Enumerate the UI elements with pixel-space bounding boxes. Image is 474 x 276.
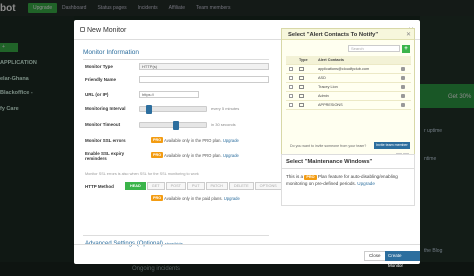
add-contact-button[interactable]: + [402, 45, 410, 53]
divider [83, 235, 269, 236]
monitoring-interval-slider[interactable] [139, 105, 207, 114]
checkbox[interactable] [289, 67, 293, 71]
table-row[interactable]: Admin [286, 92, 411, 101]
url-label: URL (or IP) [85, 92, 109, 97]
alert-contacts-header: Select "Alert Contacts To Notify" ✕ [282, 29, 414, 40]
pro-badge: PRO [151, 152, 164, 158]
contact-search-input[interactable]: Search [348, 45, 400, 52]
slider-handle[interactable] [173, 121, 179, 130]
email-icon [299, 94, 304, 98]
invite-text: Do you want to invite someone from your … [290, 144, 367, 148]
divider [282, 168, 414, 169]
interval-hint: every 5 minutes [211, 106, 240, 111]
contacts-column-header: Alert Contacts [318, 58, 344, 62]
close-button[interactable]: Close [364, 251, 386, 261]
invite-team-member-button[interactable]: Invite team member [374, 142, 410, 149]
monitor-type-select[interactable]: HTTP(s) [139, 63, 269, 70]
table-row[interactable]: ASD [286, 74, 411, 83]
checkbox[interactable] [289, 76, 293, 80]
contact-name: ASD [318, 76, 326, 80]
maintenance-windows-panel: Select "Maintenance Windows" This is a P… [281, 154, 415, 206]
method-options[interactable]: OPTIONS [254, 182, 282, 190]
monitor-timeout-slider[interactable] [139, 121, 207, 130]
settings-icon[interactable] [401, 85, 405, 89]
pro-notice: Available only in the PRO plan. Upgrade [164, 153, 239, 158]
contact-name: Admin [318, 94, 329, 98]
upgrade-link[interactable]: Upgrade [223, 138, 239, 143]
contact-name: Tracey Lion [318, 85, 338, 89]
method-head[interactable]: HEAD [125, 182, 146, 190]
url-input[interactable]: https:// [139, 91, 199, 98]
friendly-name-label: Friendly Name [85, 77, 117, 82]
pro-notice: Available only in the PRO plan. Upgrade [164, 138, 239, 143]
checkbox[interactable] [289, 103, 293, 107]
pro-badge: PRO [151, 137, 164, 143]
checkbox[interactable] [289, 85, 293, 89]
upgrade-link[interactable]: Upgrade [223, 153, 239, 158]
create-monitor-button[interactable]: Create Monitor [385, 251, 420, 268]
alert-contacts-table: Type Alert Contacts applications@cloudfy… [286, 56, 411, 110]
modal-title: New Monitor [87, 27, 127, 34]
table-header: Type Alert Contacts [286, 56, 411, 65]
settings-icon[interactable] [401, 103, 405, 107]
table-row[interactable]: applications@cloudfyclub.com [286, 65, 411, 74]
table-row[interactable]: Tracey Lion [286, 83, 411, 92]
maintenance-windows-title: Select "Maintenance Windows" [286, 159, 373, 165]
contact-name: APPRESIONS [318, 103, 343, 107]
http-method-label: HTTP Method [85, 184, 114, 189]
ssl-expiry-label: Enable SSL expiry reminders [85, 151, 125, 161]
monitor-information-title: Monitor Information [83, 49, 139, 56]
alert-contacts-panel: Select "Alert Contacts To Notify" ✕ Sear… [281, 28, 415, 170]
upgrade-link[interactable]: Upgrade [224, 196, 240, 201]
ssl-errors-label: Monitor SSL errors [85, 138, 126, 143]
email-icon [299, 67, 304, 71]
edit-icon [80, 27, 85, 32]
timeout-hint: in 30 seconds [211, 122, 236, 127]
pro-badge: PRO [304, 175, 317, 180]
slider-handle[interactable] [146, 105, 152, 114]
paid-notice: Available only in the paid plans. Upgrad… [164, 196, 240, 201]
new-monitor-modal: New Monitor ✕ Monitor Information Monito… [74, 20, 420, 268]
type-column-header: Type [299, 58, 308, 62]
http-method-group: HEAD GET POST PUT PATCH DELETE OPTIONS [125, 182, 282, 190]
monitoring-interval-label: Monitoring Interval [85, 106, 126, 111]
friendly-name-input[interactable] [139, 76, 269, 83]
settings-icon[interactable] [401, 67, 405, 71]
monitor-timeout-label: Monitor Timeout [85, 122, 121, 127]
ssl-note: Monitor SSL errors is also when SSL for … [85, 172, 199, 176]
method-post[interactable]: POST [165, 182, 186, 190]
settings-icon[interactable] [401, 94, 405, 98]
method-put[interactable]: PUT [186, 182, 205, 190]
method-delete[interactable]: DELETE [228, 182, 254, 190]
email-icon [299, 103, 304, 107]
close-icon[interactable]: ✕ [406, 31, 411, 38]
table-row[interactable]: APPRESIONS [286, 101, 411, 110]
modal-footer: Close Create Monitor [74, 244, 420, 268]
upgrade-link[interactable]: Upgrade [357, 181, 375, 186]
monitor-type-label: Monitor Type [85, 64, 113, 69]
email-icon [299, 76, 304, 80]
method-get[interactable]: GET [146, 182, 165, 190]
checkbox[interactable] [289, 94, 293, 98]
divider [83, 59, 269, 60]
maintenance-notice: This is a PRO Plan feature for auto-disa… [286, 174, 398, 186]
contact-name: applications@cloudfyclub.com [318, 67, 370, 71]
monitor-form: Monitor Information Monitor Type HTTP(s)… [78, 44, 282, 262]
method-patch[interactable]: PATCH [205, 182, 228, 190]
settings-icon[interactable] [401, 76, 405, 80]
email-icon [299, 85, 304, 89]
pro-badge: PRO [151, 195, 164, 201]
alert-contacts-title: Select "Alert Contacts To Notify" [288, 32, 379, 38]
